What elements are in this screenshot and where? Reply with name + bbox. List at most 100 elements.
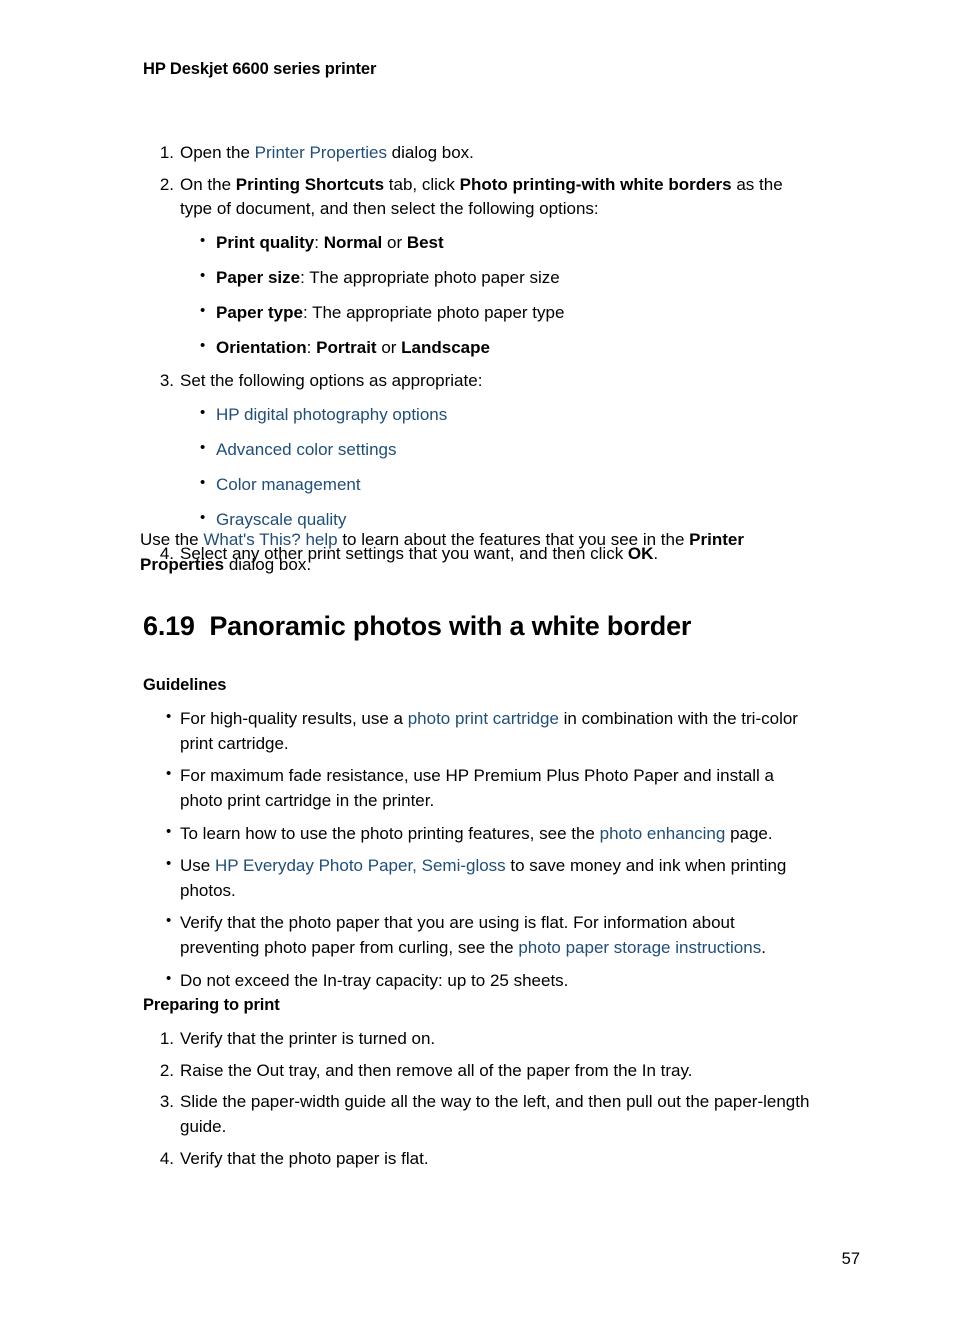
list-item: • Paper size: The appropriate photo paper… [180, 266, 815, 290]
list-marker: 3. [159, 371, 174, 391]
inline-link[interactable]: Printer Properties [255, 143, 387, 162]
sub-bullet-list: • Print quality: Normal or Best • Paper siz… [180, 231, 815, 361]
text-run: or [376, 338, 402, 358]
text-run: Raise the Out tray, and then remove all … [180, 1060, 693, 1080]
bullet-icon: • [166, 969, 172, 987]
emphasis-text: Portrait [316, 338, 377, 358]
text-run: : The appropriate photo paper type [302, 303, 565, 323]
bullet-icon: • [166, 822, 172, 840]
text-run: Do not exceed the In-tray capacity: up t… [180, 970, 569, 990]
list-item: • Paper type: The appropriate photo paper… [180, 301, 815, 325]
text-run: Set the following options as appropriate… [180, 371, 483, 391]
list-item-text: Open the Printer Properties dialog box. [180, 143, 474, 162]
emphasis-text: Normal [323, 232, 383, 252]
bullet-icon: • [200, 474, 206, 492]
inline-link[interactable]: photo paper storage instructions [518, 938, 761, 957]
list-item-text: Verify that the printer is turned on. [180, 1029, 435, 1048]
bullet-icon: • [200, 267, 206, 285]
list-item-text: Raise the Out tray, and then remove all … [180, 1061, 692, 1080]
list-item: 2. Raise the Out tray, and then remove al… [140, 1059, 818, 1084]
emphasis-text: Printing Shortcuts [235, 174, 385, 194]
inline-link[interactable]: Advanced color settings [216, 440, 397, 459]
bullet-icon: • [200, 302, 206, 320]
bullet-icon: • [200, 231, 206, 249]
list-item: 4. Verify that the photo paper is flat. [140, 1147, 818, 1172]
list-marker: 3. [159, 1092, 174, 1112]
bullet-icon: • [200, 509, 206, 527]
emphasis-text: Orientation [216, 338, 307, 358]
list-item: • Color management [180, 473, 815, 497]
text-run: : [314, 232, 324, 252]
list-item-text: Use HP Everyday Photo Paper, Semi-gloss … [180, 856, 786, 900]
list-item: 2. On the Printing Shortcuts tab, click P… [140, 173, 815, 361]
inline-link[interactable]: photo print cartridge [408, 709, 559, 728]
emphasis-text: Print quality [216, 232, 315, 252]
text-run: Verify that the photo paper is flat. [180, 1148, 429, 1168]
inline-link[interactable]: HP Everyday Photo Paper, Semi-gloss [215, 856, 506, 875]
text-run: or [382, 232, 407, 252]
whats-this-paragraph-block: Use the What's This? help to learn about… [140, 528, 812, 577]
guidelines-heading: Guidelines [143, 676, 227, 694]
list-item: 1. Open the Printer Properties dialog box… [140, 141, 815, 166]
list-item-text: Paper size: The appropriate photo paper … [216, 268, 560, 287]
bullet-icon: • [200, 439, 206, 457]
guidelines-list: • For high-quality results, use a photo p… [140, 707, 818, 993]
bullet-icon: • [166, 912, 172, 930]
list-item: 3. Set the following options as appropria… [140, 369, 815, 532]
list-item-text: On the Printing Shortcuts tab, click Pho… [180, 175, 783, 219]
list-item-text: Grayscale quality [216, 510, 346, 529]
list-item: • Orientation: Portrait or Landscape [180, 336, 815, 360]
list-marker: 1. [159, 143, 174, 162]
list-item: • HP digital photography options [180, 403, 815, 427]
text-run: For maximum fade resistance, use HP Prem… [180, 766, 775, 810]
emphasis-text: Paper size [216, 268, 301, 288]
list-item-text: HP digital photography options [216, 405, 447, 424]
list-item: • To learn how to use the photo printing … [140, 822, 818, 847]
emphasis-text: Photo printing-with white borders [459, 174, 732, 194]
bullet-icon: • [166, 708, 172, 725]
text-run: to learn about the features that you see… [337, 530, 690, 549]
emphasis-text: Paper type [216, 303, 303, 323]
running-header: HP Deskjet 6600 series printer [143, 60, 377, 78]
bullet-icon: • [166, 855, 172, 873]
preparing-to-print-section: 1. Verify that the printer is turned on. 2… [140, 1027, 818, 1178]
inline-link[interactable]: HP digital photography options [216, 405, 447, 424]
text-run: : The appropriate photo paper size [300, 268, 560, 288]
inline-link[interactable]: Grayscale quality [216, 510, 346, 529]
text-run: tab, click [384, 174, 460, 194]
text-run: To learn how to use the photo printing f… [180, 823, 600, 843]
list-item: • For high-quality results, use a photo p… [140, 707, 818, 756]
emphasis-text: Best [406, 232, 444, 252]
inline-link[interactable]: photo enhancing [600, 824, 726, 843]
list-item-text: Do not exceed the In-tray capacity: up t… [180, 971, 568, 990]
text-run: dialog box. [224, 554, 312, 574]
inline-link[interactable]: What's This? help [203, 530, 337, 549]
whats-this-paragraph: Use the What's This? help to learn about… [140, 528, 812, 577]
list-item: 3. Slide the paper-width guide all the wa… [140, 1090, 818, 1139]
list-item-text: Print quality: Normal or Best [216, 233, 444, 252]
text-run: Slide the paper-width guide all the way … [180, 1092, 810, 1136]
list-item-text: Color management [216, 475, 361, 494]
list-item: • Advanced color settings [180, 438, 815, 462]
list-item: • Use HP Everyday Photo Paper, Semi-gloss… [140, 854, 818, 903]
bullet-icon: • [200, 337, 206, 355]
list-item: • Do not exceed the In-tray capacity: up … [140, 969, 818, 994]
list-item-text: Set the following options as appropriate… [180, 371, 482, 390]
bullet-icon: • [200, 404, 206, 422]
list-marker: 4. [159, 1148, 174, 1168]
inline-link[interactable]: Color management [216, 475, 361, 494]
list-item-text: Advanced color settings [216, 440, 397, 459]
section-heading-block: 6.19 Panoramic photos with a white borde… [143, 611, 823, 642]
sub-bullet-list: • HP digital photography options • Advanced… [180, 403, 815, 533]
list-item-text: To learn how to use the photo printing f… [180, 824, 773, 843]
document-page: HP Deskjet 6600 series printer 1. Open th… [0, 0, 954, 1321]
text-run: Use the [140, 530, 204, 549]
text-run: For high-quality results, use a [180, 709, 408, 728]
text-run: On the [180, 174, 236, 194]
text-run: dialog box. [386, 143, 474, 162]
list-marker: 2. [159, 174, 174, 194]
list-item-text: Verify that the photo paper is flat. [180, 1149, 429, 1168]
list-item-text: Paper type: The appropriate photo paper … [216, 303, 564, 322]
list-marker: 2. [159, 1060, 174, 1080]
procedure-list-section: 1. Open the Printer Properties dialog box… [140, 141, 815, 573]
